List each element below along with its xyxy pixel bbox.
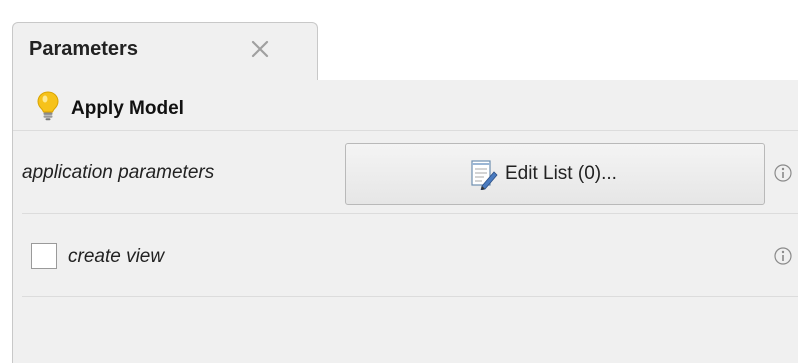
info-icon[interactable] [773, 163, 793, 183]
edit-list-icon [470, 158, 498, 191]
create-view-checkbox[interactable] [31, 243, 57, 269]
param-row-create-view: create view [13, 214, 798, 296]
param-label-create-view: create view [68, 246, 165, 267]
param-label-application-parameters: application parameters [22, 162, 215, 183]
lightbulb-icon [37, 91, 59, 121]
close-icon[interactable] [248, 37, 272, 61]
param-row-application-parameters: application parameters Edit List (0)... [13, 131, 798, 213]
param-divider [22, 296, 798, 297]
tab-parameters[interactable]: Parameters [12, 22, 318, 81]
toolbar: Apply Model [13, 80, 798, 130]
edit-list-button[interactable]: Edit List (0)... [345, 143, 765, 205]
tab-title: Parameters [29, 38, 138, 60]
parameters-panel: Apply Model application parameters Edit … [12, 80, 798, 363]
info-icon[interactable] [773, 246, 793, 266]
apply-model-button[interactable]: Apply Model [71, 98, 184, 120]
edit-list-label: Edit List (0)... [505, 163, 617, 184]
